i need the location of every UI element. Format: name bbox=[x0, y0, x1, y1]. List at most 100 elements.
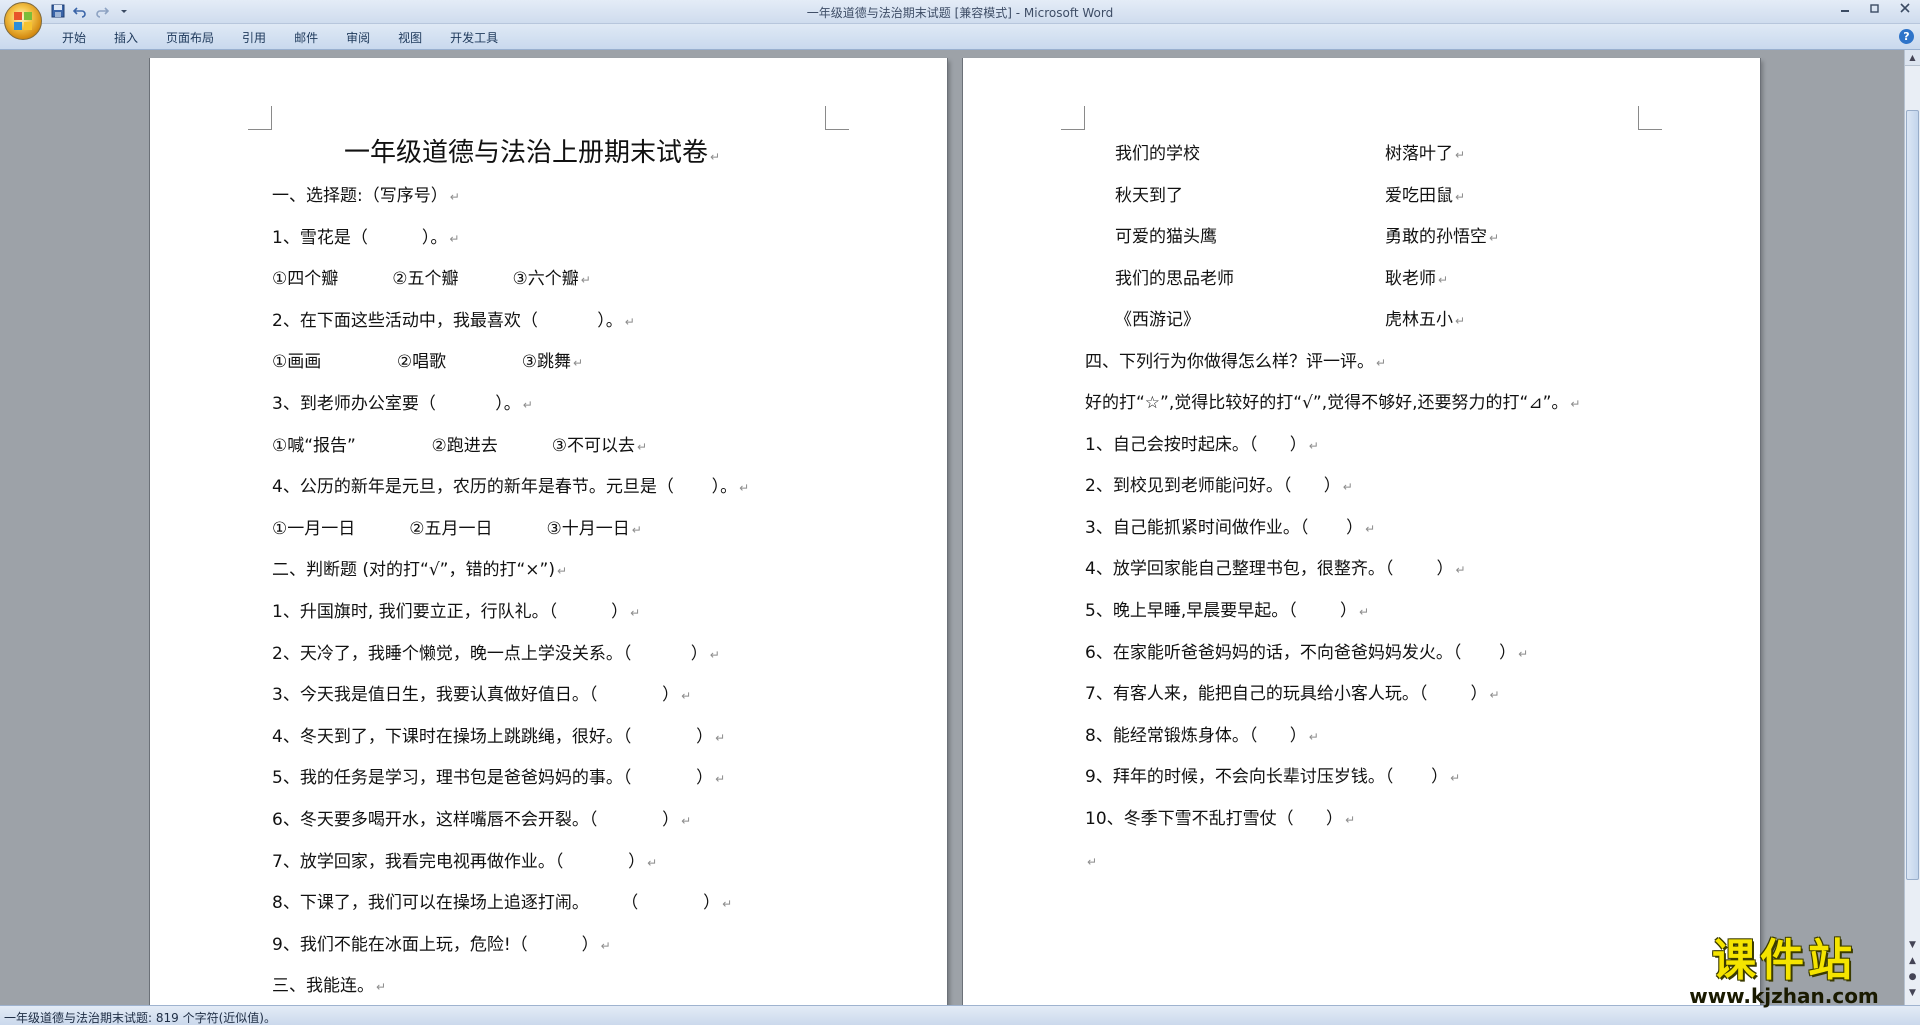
line-text: 7、放学回家，我看完电视再做作业。（ ） bbox=[272, 851, 646, 872]
scroll-bottom-buttons: ▼ ▲ ● ▼ bbox=[1905, 937, 1920, 1001]
tab-developer[interactable]: 开发工具 bbox=[436, 28, 512, 48]
document-line: ①一月一日 ②五月一日 ③十月一日 ↵ bbox=[272, 509, 872, 551]
tab-insert[interactable]: 插入 bbox=[100, 28, 152, 48]
scroll-thumb[interactable] bbox=[1906, 110, 1919, 880]
paragraph-mark: ↵ bbox=[449, 190, 460, 204]
line-text: 7、有客人来，能把自己的玩具给小客人玩。（ ） bbox=[1085, 684, 1488, 705]
line-text: 1、升国旗时, 我们要立正，行队礼。（ ） bbox=[272, 601, 629, 622]
document-line: 8、能经常锻炼身体。（ ） ↵ bbox=[1085, 716, 1685, 758]
page-right: 我们的学校 树落叶了 ↵ 秋天到了 爱吃田鼠 ↵ 可爱的猫头鹰 勇敢的孙悟空 ↵ 我们的思品老师耿… bbox=[963, 58, 1760, 1005]
tab-page-layout[interactable]: 页面布局 bbox=[152, 28, 228, 48]
select-browse-object-icon[interactable]: ● bbox=[1905, 969, 1920, 985]
matching-left: 秋天到了 bbox=[1115, 185, 1183, 206]
document-line: 4、公历的新年是元旦，农历的新年是春节。元旦是（ ）。 ↵ bbox=[272, 467, 872, 509]
matching-row: 可爱的猫头鹰 勇敢的孙悟空 ↵ bbox=[1085, 217, 1685, 259]
paragraph-mark: ↵ bbox=[580, 273, 591, 288]
document-line: 5、我的任务是学习，理书包是爸爸妈妈的事。（ ） ↵ bbox=[272, 758, 872, 800]
line-text: 5、晚上早睡,早晨要早起。（ ） bbox=[1085, 601, 1357, 622]
document-line: 3、今天我是值日生，我要认真做好值日。（ ） ↵ bbox=[272, 675, 872, 717]
restore-icon[interactable] bbox=[1860, 0, 1890, 22]
matching-left: 《西游记》 bbox=[1115, 310, 1200, 330]
matching-left: 我们的思品老师 bbox=[1115, 268, 1234, 289]
matching-right: 树落叶了 ↵ bbox=[1385, 134, 1465, 176]
matching-right: 耿老师 ↵ bbox=[1385, 259, 1448, 301]
line-text: 四、下列行为你做得怎么样？评一评。 bbox=[1085, 351, 1374, 372]
line-text: 1、雪花是（ ）。 bbox=[272, 227, 448, 248]
document-line: 1、雪花是（ ）。 ↵ bbox=[272, 218, 872, 260]
paragraph-mark: ↵ bbox=[630, 605, 641, 620]
paragraph-mark: ↵ bbox=[1455, 148, 1466, 162]
matching-right: 爱吃田鼠 ↵ bbox=[1385, 176, 1465, 218]
next-page-icon[interactable]: ▼ bbox=[1905, 985, 1920, 1001]
close-icon[interactable] bbox=[1890, 0, 1920, 22]
paragraph-mark: ↵ bbox=[715, 730, 726, 745]
office-button-icon[interactable] bbox=[4, 2, 42, 40]
status-bar: 一年级道德与法治期末试题: 819 个字符(近似值)。 bbox=[0, 1005, 1920, 1025]
margin-corner-mark bbox=[248, 106, 272, 130]
status-word-count[interactable]: 一年级道德与法治期末试题: 819 个字符(近似值)。 bbox=[4, 1009, 276, 1025]
matching-left: 我们的学校 bbox=[1115, 144, 1200, 164]
line-text: 三、我能连。 bbox=[272, 976, 374, 997]
line-text: 8、能经常锻炼身体。（ ） bbox=[1085, 725, 1307, 746]
document-line: 2、天冷了，我睡个懒觉，晚一点上学没关系。（ ） ↵ bbox=[272, 634, 872, 676]
tab-home[interactable]: 开始 bbox=[48, 28, 100, 48]
line-text: 一、选择题:（写序号） bbox=[272, 186, 448, 206]
document-line: 2、在下面这些活动中，我最喜欢（ ）。 ↵ bbox=[272, 301, 872, 343]
document-line: 10、冬季下雪不乱打雪仗（ ） ↵ bbox=[1085, 799, 1685, 841]
vertical-scrollbar[interactable]: ▲ ▼ ▲ ● ▼ bbox=[1904, 50, 1920, 1005]
line-text: 好的打“☆”,觉得比较好的打“√”,觉得不够好,还要努力的打“⊿”。 bbox=[1085, 393, 1569, 414]
matching-left: 可爱的猫头鹰 bbox=[1115, 227, 1217, 247]
page-right-content[interactable]: 我们的学校 树落叶了 ↵ 秋天到了 爱吃田鼠 ↵ 可爱的猫头鹰 勇敢的孙悟空 ↵ 我们的思品老师耿… bbox=[1085, 134, 1685, 882]
tab-view[interactable]: 视图 bbox=[384, 28, 436, 48]
line-text: 10、冬季下雪不乱打雪仗（ ） bbox=[1085, 809, 1344, 830]
document-line: 6、冬天要多喝开水，这样嘴唇不会开裂。（ ） ↵ bbox=[272, 800, 872, 842]
paragraph-mark: ↵ bbox=[624, 314, 635, 329]
document-line: ①画画 ②唱歌 ③跳舞 ↵ bbox=[272, 342, 872, 384]
scroll-down-icon[interactable]: ▼ bbox=[1905, 937, 1920, 953]
paragraph-mark: ↵ bbox=[722, 897, 733, 912]
matching-right: 虎林五小 ↵ bbox=[1385, 300, 1465, 342]
paragraph-mark: ↵ bbox=[556, 564, 568, 579]
document-line: 6、在家能听爸爸妈妈的话，不向爸爸妈妈发火。（ ） ↵ bbox=[1085, 633, 1685, 675]
paragraph-mark: ↵ bbox=[715, 772, 726, 787]
paragraph-mark: ↵ bbox=[1455, 314, 1466, 328]
paragraph-mark: ↵ bbox=[1087, 854, 1098, 869]
ribbon: 开始 插入 页面布局 引用 邮件 审阅 视图 开发工具 ? bbox=[0, 24, 1920, 50]
paragraph-mark: ↵ bbox=[637, 439, 648, 454]
title-bar: 一年级道德与法治期末试题 [兼容模式] - Microsoft Word bbox=[0, 0, 1920, 24]
line-text: ①一月一日 ②五月一日 ③十月一日 bbox=[272, 518, 630, 539]
line-text: 4、公历的新年是元旦，农历的新年是春节。元旦是（ ）。 bbox=[272, 477, 738, 498]
previous-page-icon[interactable]: ▲ bbox=[1905, 953, 1920, 969]
window-title: 一年级道德与法治期末试题 [兼容模式] - Microsoft Word bbox=[806, 6, 1114, 20]
line-text: 4、放学回家能自己整理书包，很整齐。（ ） bbox=[1085, 559, 1454, 580]
tab-references[interactable]: 引用 bbox=[228, 28, 280, 48]
matching-right-text: 耿老师 bbox=[1385, 268, 1436, 289]
paragraph-mark: ↵ bbox=[1345, 813, 1356, 828]
document-line: 4、放学回家能自己整理书包，很整齐。（ ） ↵ bbox=[1085, 549, 1685, 591]
tab-review[interactable]: 审阅 bbox=[332, 28, 384, 48]
line-text: 2、天冷了，我睡个懒觉，晚一点上学没关系。（ ） bbox=[272, 643, 708, 664]
document-line: 7、有客人来，能把自己的玩具给小客人玩。（ ） ↵ bbox=[1085, 674, 1685, 716]
line-text: 6、在家能听爸爸妈妈的话，不向爸爸妈妈发火。（ ） bbox=[1085, 642, 1517, 663]
document-line: ①喊“报告” ②跑进去 ③不可以去 ↵ bbox=[272, 426, 872, 468]
line-text: 9、拜年的时候，不会向长辈讨压岁钱。（ ） bbox=[1085, 767, 1449, 788]
document-line: 9、拜年的时候，不会向长辈讨压岁钱。（ ） ↵ bbox=[1085, 757, 1685, 799]
watermark-url: www.kjzhan.com bbox=[1689, 984, 1879, 1008]
line-text: 1、自己会按时起床。（ ） bbox=[1085, 434, 1307, 455]
document-line: 3、自己能抓紧时间做作业。（ ） ↵ bbox=[1085, 508, 1685, 550]
line-text: 3、到老师办公室要（ ）。 bbox=[272, 393, 521, 414]
paragraph-mark: ↵ bbox=[1308, 729, 1319, 744]
margin-corner-mark bbox=[825, 106, 849, 130]
window-controls bbox=[1830, 0, 1920, 22]
matching-right-text: 树落叶了 bbox=[1385, 144, 1453, 164]
page-left-content[interactable]: 一年级道德与法治上册期末试卷 ↵ 一、选择题:（写序号） ↵ 1、雪花是（ ）。 ↵ ①四… bbox=[272, 130, 872, 1005]
left-lines: 一、选择题:（写序号） ↵ 1、雪花是（ ）。 ↵ ①四个瓣 ②五个瓣 ③六个瓣 ↵ 2、在… bbox=[272, 176, 872, 1005]
scroll-up-icon[interactable]: ▲ bbox=[1905, 50, 1920, 66]
tab-mailings[interactable]: 邮件 bbox=[280, 28, 332, 48]
minimize-icon[interactable] bbox=[1830, 0, 1860, 22]
paragraph-mark: ↵ bbox=[1438, 272, 1449, 287]
matching-row: 秋天到了 爱吃田鼠 ↵ bbox=[1085, 176, 1685, 218]
document-line: 四、下列行为你做得怎么样？评一评。 ↵ bbox=[1085, 342, 1685, 384]
document-workspace: 一年级道德与法治上册期末试卷 ↵ 一、选择题:（写序号） ↵ 1、雪花是（ ）。 ↵ ①四… bbox=[0, 50, 1904, 1005]
help-icon[interactable]: ? bbox=[1899, 29, 1914, 44]
